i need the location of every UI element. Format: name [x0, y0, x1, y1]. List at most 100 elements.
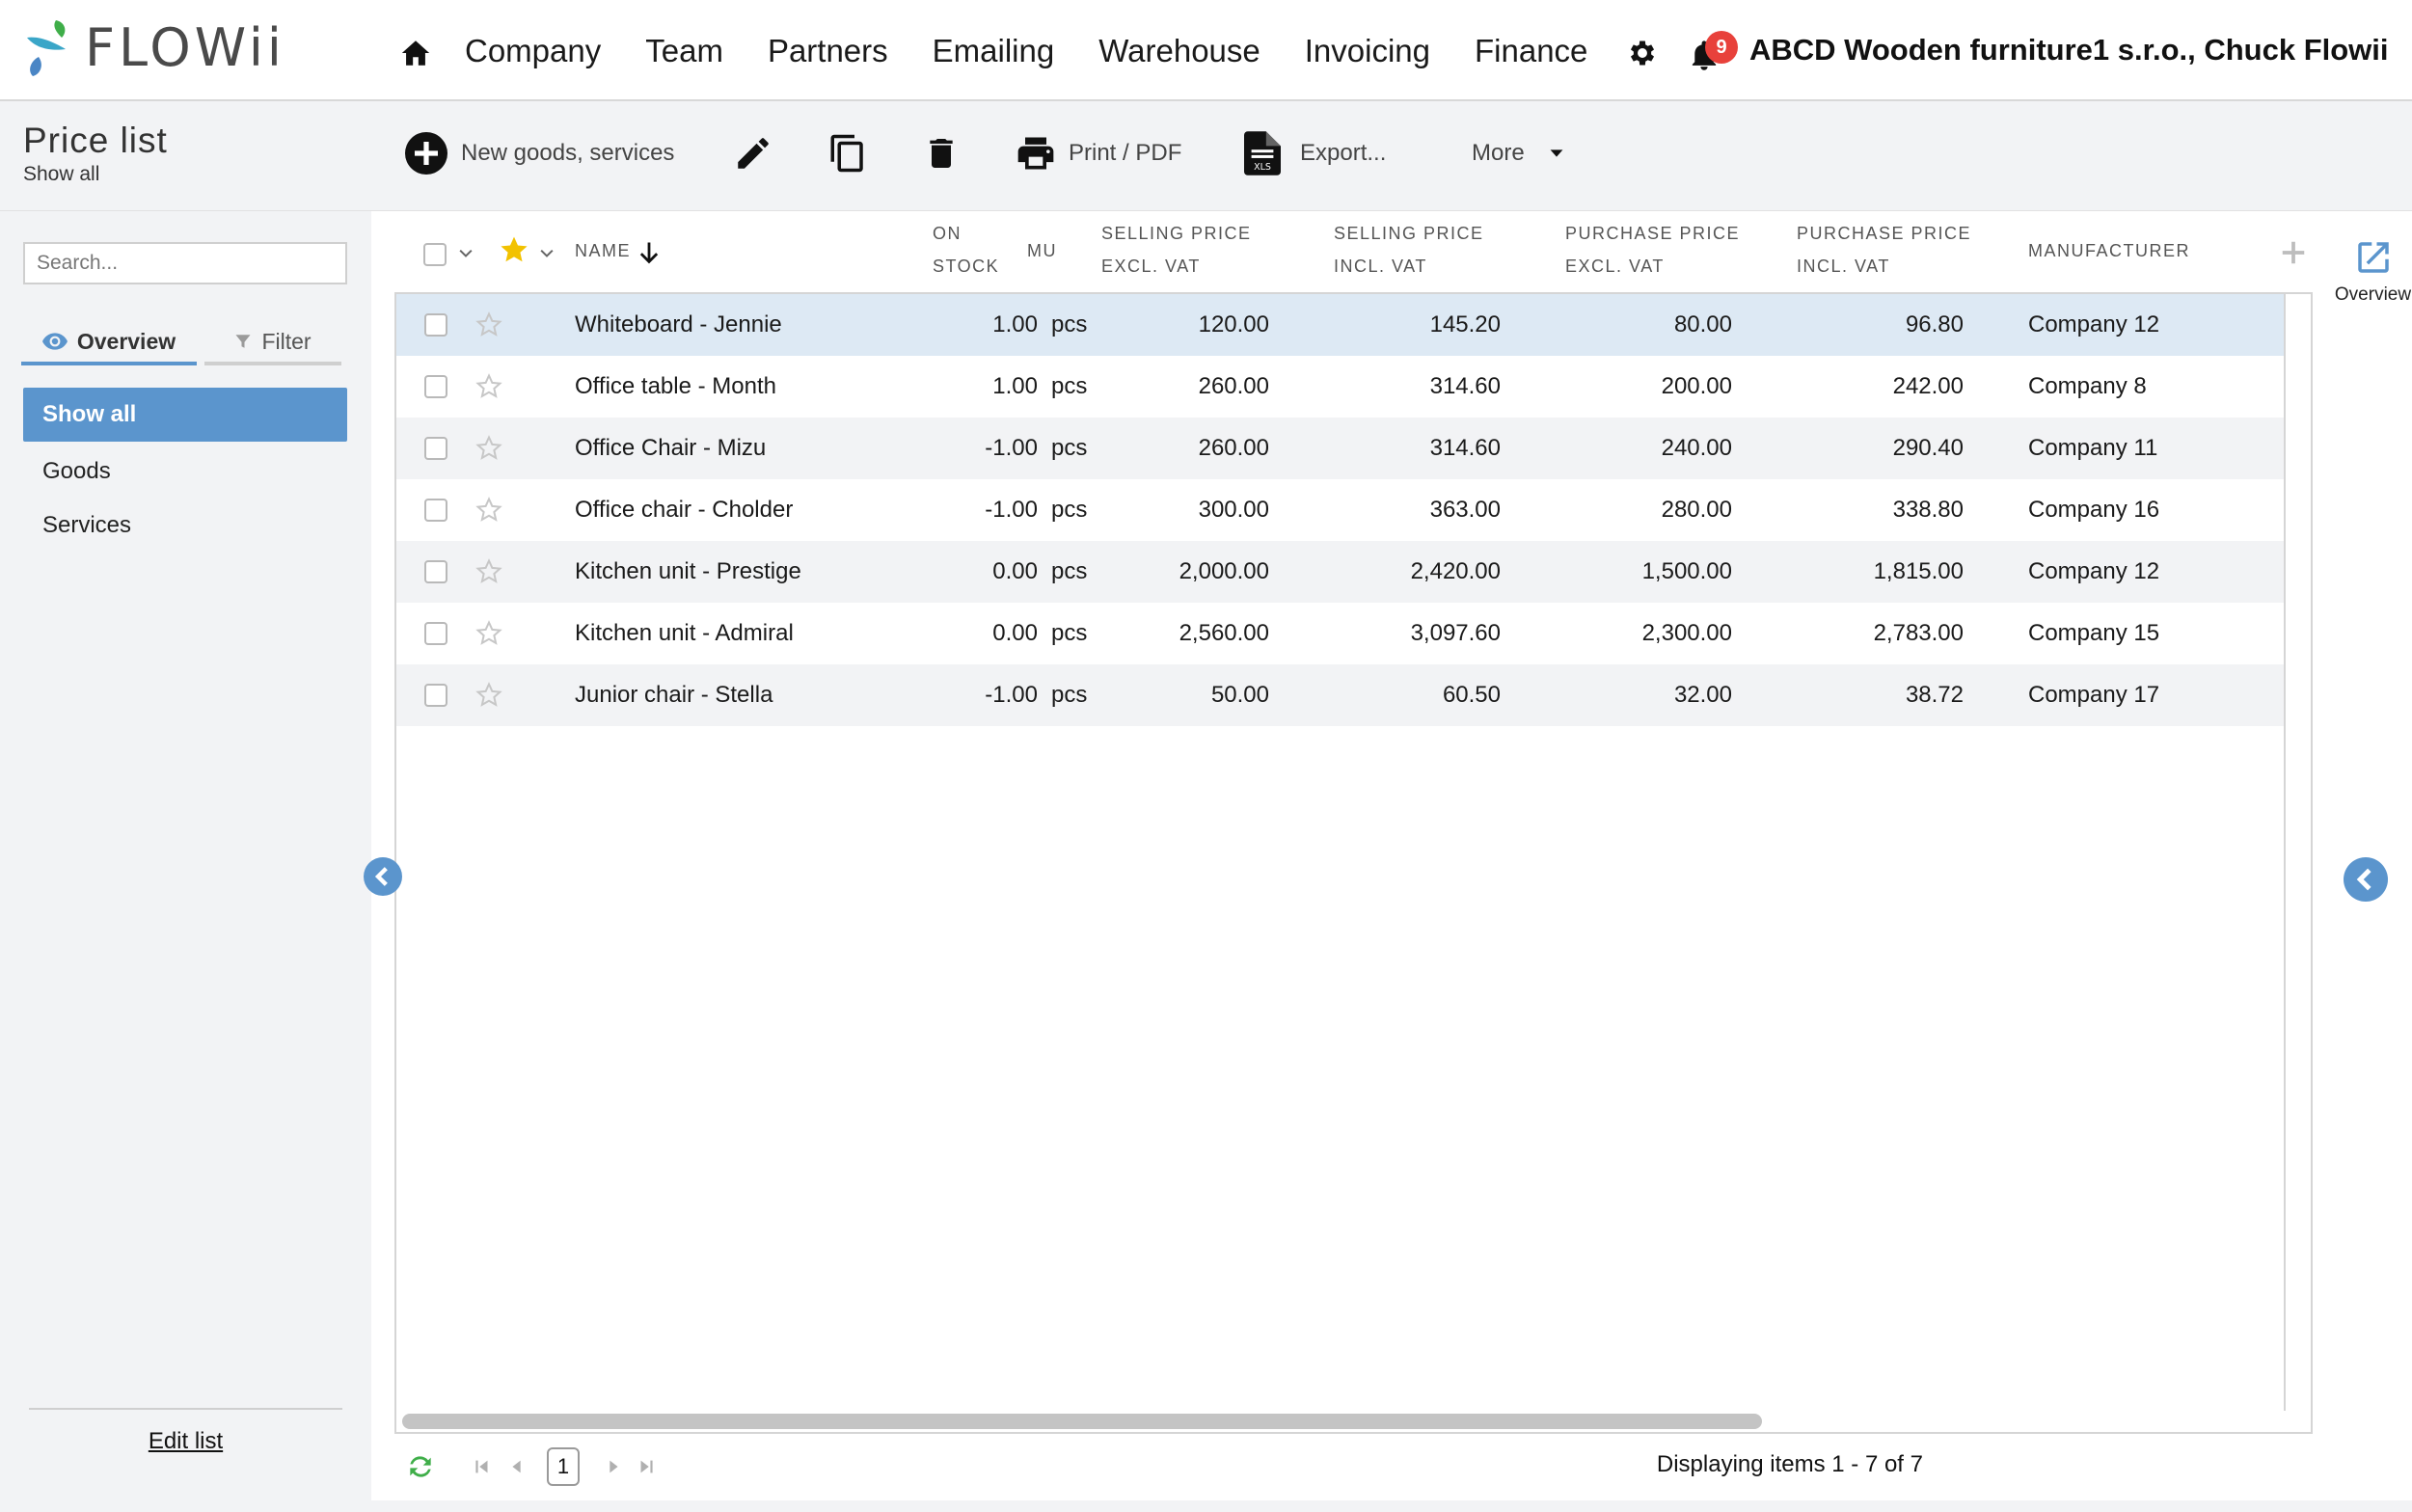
header-purchase-incl-line2: INCL. VAT: [1797, 256, 1890, 276]
favorite-star-icon[interactable]: [474, 619, 503, 648]
row-checkbox[interactable]: [424, 437, 447, 460]
header-selling-incl-line2: INCL. VAT: [1334, 256, 1427, 276]
sidebar-item-goods[interactable]: Goods: [23, 445, 347, 499]
favorite-star-icon[interactable]: [474, 434, 503, 463]
print-pdf-button[interactable]: Print / PDF: [1015, 126, 1181, 180]
flowii-logo[interactable]: FLOWii: [23, 17, 285, 78]
last-page-icon[interactable]: [636, 1455, 657, 1478]
table-row[interactable]: Junior chair - Stella -1.00 pcs 50.00 60…: [396, 664, 2284, 726]
nav-team[interactable]: Team: [645, 33, 723, 69]
cell-purchase-excl: 280.00: [1661, 497, 1732, 523]
account-name[interactable]: ABCD Wooden furniture1 s.r.o., Chuck Flo…: [1749, 33, 2389, 68]
edit-button[interactable]: [733, 126, 773, 180]
open-overview-button[interactable]: Overview: [2334, 237, 2412, 306]
cell-purchase-incl: 38.72: [1905, 682, 1964, 708]
cell-mu: pcs: [1051, 435, 1088, 461]
chevron-down-icon[interactable]: [537, 244, 556, 263]
table-row[interactable]: Office Chair - Mizu -1.00 pcs 260.00 314…: [396, 418, 2284, 479]
refresh-icon[interactable]: [404, 1451, 437, 1482]
next-page-icon[interactable]: [603, 1455, 624, 1478]
new-goods-button[interactable]: New goods, services: [403, 126, 674, 180]
header-purchase-excl[interactable]: PURCHASE PRICE EXCL. VAT: [1565, 217, 1740, 283]
header-selling-incl[interactable]: SELLING PRICE INCL. VAT: [1334, 217, 1484, 283]
first-page-icon[interactable]: [472, 1455, 493, 1478]
header-purchase-incl[interactable]: PURCHASE PRICE INCL. VAT: [1797, 217, 1971, 283]
favorite-star-icon[interactable]: [474, 372, 503, 401]
current-page-box[interactable]: 1: [547, 1447, 580, 1486]
cell-mu: pcs: [1051, 620, 1088, 646]
eye-icon: [41, 333, 68, 350]
row-checkbox[interactable]: [424, 375, 447, 398]
sidebar-item-services[interactable]: Services: [23, 499, 347, 553]
table-row[interactable]: Office table - Month 1.00 pcs 260.00 314…: [396, 356, 2284, 418]
cell-name: Whiteboard - Jennie: [575, 311, 782, 338]
chevron-left-icon: [374, 867, 388, 886]
row-checkbox[interactable]: [424, 499, 447, 522]
copy-button[interactable]: [827, 126, 868, 180]
export-label: Export...: [1300, 140, 1387, 166]
cell-manufacturer: Company 15: [2028, 620, 2160, 646]
sidebar: Overview Filter Show all Goods Services …: [0, 211, 371, 1512]
home-icon[interactable]: [399, 37, 432, 69]
header-manufacturer[interactable]: MANUFACTURER: [2028, 234, 2190, 267]
table-row[interactable]: Kitchen unit - Prestige 0.00 pcs 2,000.0…: [396, 541, 2284, 603]
chevron-down-icon[interactable]: [456, 244, 475, 263]
delete-button[interactable]: [922, 126, 961, 180]
page-subtitle: Show all: [23, 163, 100, 185]
cell-selling-excl: 260.00: [1198, 435, 1269, 461]
header-name[interactable]: NAME: [575, 234, 631, 267]
row-checkbox[interactable]: [424, 622, 447, 645]
table-row[interactable]: Whiteboard - Jennie 1.00 pcs 120.00 145.…: [396, 294, 2284, 356]
add-column-icon[interactable]: [2279, 238, 2308, 267]
page-title: Price list: [23, 121, 168, 160]
nav-company[interactable]: Company: [465, 33, 601, 69]
table-row[interactable]: Kitchen unit - Admiral 0.00 pcs 2,560.00…: [396, 603, 2284, 664]
top-navigation-bar: FLOWii Company Team Partners Emailing Wa…: [0, 0, 2412, 101]
search-input[interactable]: [23, 242, 347, 284]
xls-file-icon: XLS: [1244, 131, 1281, 176]
favorite-star-icon[interactable]: [474, 681, 503, 710]
favorite-star-icon[interactable]: [474, 557, 503, 586]
row-checkbox[interactable]: [424, 313, 447, 337]
sort-descending-icon[interactable]: [636, 238, 663, 267]
tab-filter[interactable]: Filter: [204, 321, 341, 365]
nav-invoicing[interactable]: Invoicing: [1305, 33, 1430, 69]
favorite-star-icon[interactable]: [474, 496, 503, 525]
expand-right-panel-button[interactable]: [2344, 857, 2388, 902]
cell-on-stock: -1.00: [985, 682, 1038, 708]
row-checkbox[interactable]: [424, 560, 447, 583]
gear-icon[interactable]: [1626, 37, 1659, 69]
cell-selling-incl: 60.50: [1442, 682, 1501, 708]
sidebar-item-show-all[interactable]: Show all: [23, 388, 347, 442]
pencil-icon: [738, 138, 769, 169]
nav-emailing[interactable]: Emailing: [933, 33, 1055, 69]
new-goods-label: New goods, services: [461, 140, 675, 166]
favorite-filter-star-icon[interactable]: [499, 234, 529, 265]
previous-page-icon[interactable]: [506, 1455, 528, 1478]
cell-name: Kitchen unit - Prestige: [575, 558, 801, 584]
nav-warehouse[interactable]: Warehouse: [1098, 33, 1260, 69]
tab-overview[interactable]: Overview: [21, 321, 197, 365]
nav-finance[interactable]: Finance: [1475, 33, 1587, 69]
header-mu[interactable]: MU: [1027, 234, 1057, 267]
edit-list-link[interactable]: Edit list: [0, 1428, 371, 1455]
add-circle-icon: [405, 132, 447, 175]
export-button[interactable]: XLS Export...: [1244, 126, 1386, 180]
notification-badge[interactable]: 9: [1705, 31, 1738, 64]
select-all-checkbox[interactable]: [423, 243, 447, 266]
chevron-left-icon: [2356, 868, 2371, 891]
nav-partners[interactable]: Partners: [768, 33, 888, 69]
favorite-star-icon[interactable]: [474, 310, 503, 339]
pager: 1 Displaying items 1 - 7 of 7: [371, 1442, 2412, 1490]
collapse-sidebar-button[interactable]: [364, 857, 402, 896]
header-on-stock[interactable]: ON STOCK: [933, 217, 999, 283]
table-row[interactable]: Office chair - Cholder -1.00 pcs 300.00 …: [396, 479, 2284, 541]
cell-purchase-excl: 80.00: [1673, 311, 1732, 338]
trash-icon: [930, 139, 953, 168]
more-dropdown[interactable]: More: [1460, 126, 1567, 180]
header-selling-excl[interactable]: SELLING PRICE EXCL. VAT: [1101, 217, 1252, 283]
row-checkbox[interactable]: [424, 684, 447, 707]
horizontal-scrollbar-thumb[interactable]: [402, 1414, 1762, 1429]
cell-on-stock: -1.00: [985, 497, 1038, 523]
pager-info: Displaying items 1 - 7 of 7: [1656, 1451, 1923, 1477]
